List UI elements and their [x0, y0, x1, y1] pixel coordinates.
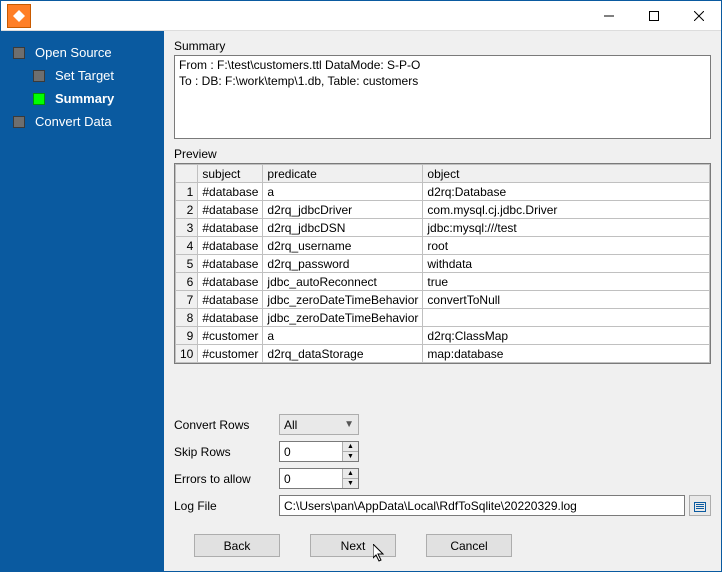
cell-predicate[interactable]: d2rq_password	[263, 255, 423, 273]
minimize-button[interactable]	[586, 1, 631, 31]
cell-subject[interactable]: #database	[198, 219, 263, 237]
table-row[interactable]: 4#databased2rq_usernameroot	[176, 237, 710, 255]
chevron-down-icon: ▼	[344, 419, 354, 430]
convert-rows-label: Convert Rows	[174, 418, 279, 432]
table-row[interactable]: 10#customerd2rq_dataStoragemap:database	[176, 345, 710, 363]
row-number: 6	[176, 273, 198, 291]
wizard-buttons: Back Next Cancel	[174, 522, 711, 563]
row-number: 5	[176, 255, 198, 273]
cell-subject[interactable]: #customer	[198, 327, 263, 345]
errors-label: Errors to allow	[174, 472, 279, 486]
spinner-up-icon[interactable]: ▲	[342, 469, 358, 479]
titlebar	[1, 1, 721, 31]
convert-rows-select[interactable]: All ▼	[279, 414, 359, 435]
table-row[interactable]: 5#databased2rq_passwordwithdata	[176, 255, 710, 273]
errors-spinner[interactable]: 0 ▲▼	[279, 468, 359, 489]
table-row[interactable]: 3#databased2rq_jdbcDSNjdbc:mysql:///test	[176, 219, 710, 237]
cell-object[interactable]: true	[423, 273, 710, 291]
row-number: 1	[176, 183, 198, 201]
cell-predicate[interactable]: d2rq_jdbcDSN	[263, 219, 423, 237]
log-file-label: Log File	[174, 499, 279, 513]
summary-label: Summary	[174, 39, 711, 53]
table-row[interactable]: 9#customerad2rq:ClassMap	[176, 327, 710, 345]
cell-predicate[interactable]: jdbc_autoReconnect	[263, 273, 423, 291]
skip-rows-spinner[interactable]: 0 ▲▼	[279, 441, 359, 462]
sidebar-item-label: Open Source	[35, 45, 112, 60]
column-header[interactable]: object	[423, 165, 710, 183]
maximize-button[interactable]	[631, 1, 676, 31]
cell-predicate[interactable]: d2rq_dataStorage	[263, 345, 423, 363]
spinner-down-icon[interactable]: ▼	[342, 479, 358, 488]
table-row[interactable]: 1#databasead2rq:Database	[176, 183, 710, 201]
main-panel: Summary From : F:\test\customers.ttl Dat…	[164, 31, 721, 571]
preview-grid[interactable]: subjectpredicateobject1#databasead2rq:Da…	[174, 163, 711, 364]
table-row[interactable]: 2#databased2rq_jdbcDrivercom.mysql.cj.jd…	[176, 201, 710, 219]
cell-object[interactable]: d2rq:Database	[423, 183, 710, 201]
wizard-window: Open Source Set Target Summary Convert D…	[0, 0, 722, 572]
cell-predicate[interactable]: a	[263, 327, 423, 345]
spinner-up-icon[interactable]: ▲	[342, 442, 358, 452]
app-icon	[7, 4, 31, 28]
sidebar-item-convert-data[interactable]: Convert Data	[1, 110, 164, 133]
row-number: 8	[176, 309, 198, 327]
row-number: 9	[176, 327, 198, 345]
sidebar-item-summary[interactable]: Summary	[1, 87, 164, 110]
cell-predicate[interactable]: a	[263, 183, 423, 201]
row-number: 2	[176, 201, 198, 219]
browse-button[interactable]	[689, 495, 711, 516]
cell-subject[interactable]: #database	[198, 309, 263, 327]
folder-icon	[693, 499, 707, 513]
cell-subject[interactable]: #database	[198, 291, 263, 309]
log-file-input[interactable]: C:\Users\pan\AppData\Local\RdfToSqlite\2…	[279, 495, 685, 516]
cell-subject[interactable]: #database	[198, 255, 263, 273]
table-row[interactable]: 8#databasejdbc_zeroDateTimeBehavior	[176, 309, 710, 327]
step-indicator-icon	[13, 47, 25, 59]
next-button[interactable]: Next	[310, 534, 396, 557]
column-header[interactable]: predicate	[263, 165, 423, 183]
back-button[interactable]: Back	[194, 534, 280, 557]
step-indicator-icon	[13, 116, 25, 128]
cell-object[interactable]: com.mysql.cj.jdbc.Driver	[423, 201, 710, 219]
column-header[interactable]: subject	[198, 165, 263, 183]
sidebar-item-label: Set Target	[55, 68, 114, 83]
cell-object[interactable]: d2rq:ClassMap	[423, 327, 710, 345]
table-row[interactable]: 6#databasejdbc_autoReconnecttrue	[176, 273, 710, 291]
cell-object[interactable]: root	[423, 237, 710, 255]
sidebar-item-label: Summary	[55, 91, 114, 106]
step-indicator-icon	[33, 93, 45, 105]
cell-object[interactable]: jdbc:mysql:///test	[423, 219, 710, 237]
row-number: 10	[176, 345, 198, 363]
options-panel: Convert Rows All ▼ Skip Rows 0 ▲▼ Errors…	[174, 414, 711, 522]
cell-object[interactable]: withdata	[423, 255, 710, 273]
cell-object[interactable]: map:database	[423, 345, 710, 363]
cell-predicate[interactable]: jdbc_zeroDateTimeBehavior	[263, 291, 423, 309]
cell-predicate[interactable]: d2rq_username	[263, 237, 423, 255]
cell-subject[interactable]: #database	[198, 237, 263, 255]
cell-object[interactable]: convertToNull	[423, 291, 710, 309]
wizard-sidebar: Open Source Set Target Summary Convert D…	[1, 31, 164, 571]
table-row[interactable]: 7#databasejdbc_zeroDateTimeBehaviorconve…	[176, 291, 710, 309]
row-number: 4	[176, 237, 198, 255]
spinner-down-icon[interactable]: ▼	[342, 452, 358, 461]
cell-subject[interactable]: #database	[198, 201, 263, 219]
cell-subject[interactable]: #database	[198, 273, 263, 291]
summary-text[interactable]: From : F:\test\customers.ttl DataMode: S…	[174, 55, 711, 139]
sidebar-item-set-target[interactable]: Set Target	[1, 64, 164, 87]
row-number: 7	[176, 291, 198, 309]
step-indicator-icon	[33, 70, 45, 82]
cell-predicate[interactable]: d2rq_jdbcDriver	[263, 201, 423, 219]
sidebar-item-open-source[interactable]: Open Source	[1, 41, 164, 64]
cell-predicate[interactable]: jdbc_zeroDateTimeBehavior	[263, 309, 423, 327]
row-number: 3	[176, 219, 198, 237]
skip-rows-label: Skip Rows	[174, 445, 279, 459]
cell-subject[interactable]: #database	[198, 183, 263, 201]
cell-subject[interactable]: #customer	[198, 345, 263, 363]
close-button[interactable]	[676, 1, 721, 31]
cell-object[interactable]	[423, 309, 710, 327]
cancel-button[interactable]: Cancel	[426, 534, 512, 557]
sidebar-item-label: Convert Data	[35, 114, 112, 129]
preview-label: Preview	[174, 147, 711, 161]
